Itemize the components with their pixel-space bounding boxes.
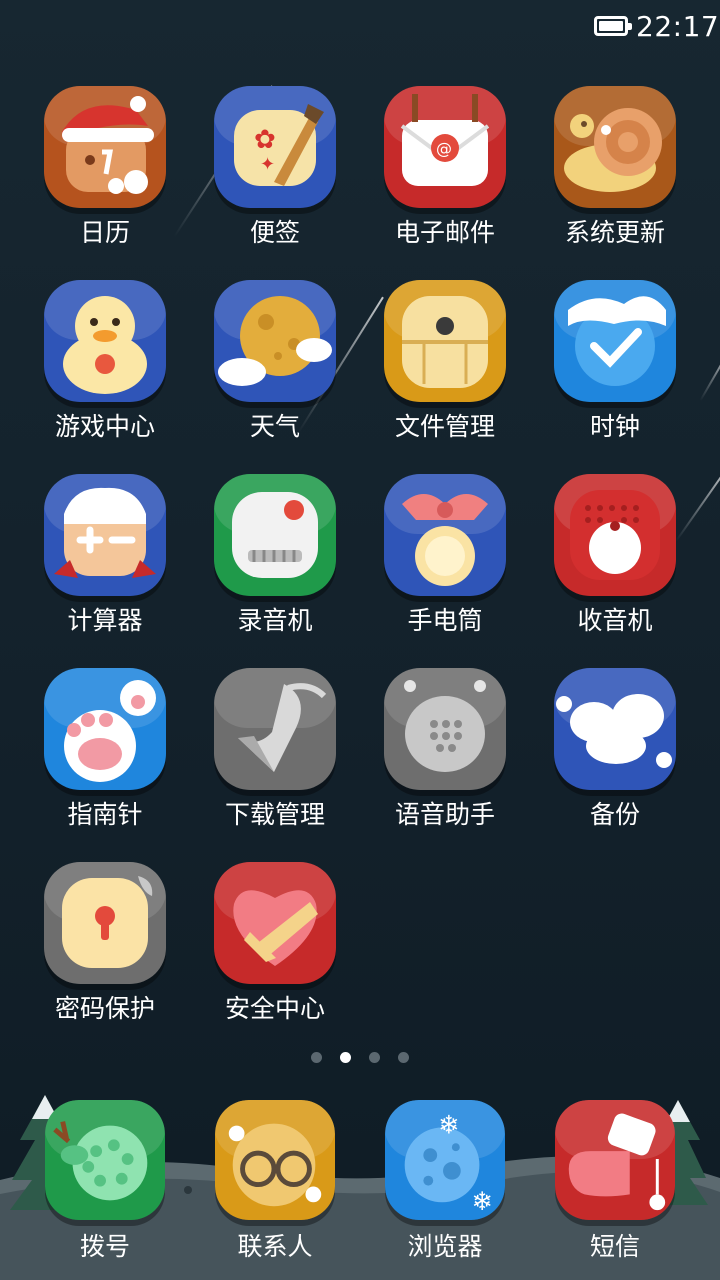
- svg-text:✦: ✦: [260, 154, 275, 175]
- compass-paw-icon[interactable]: [44, 668, 166, 790]
- system-update-snail-icon[interactable]: [554, 86, 676, 208]
- app-label: 时钟: [589, 412, 640, 441]
- email-envelope-icon[interactable]: @: [384, 86, 506, 208]
- app-label: 电子邮件: [394, 218, 495, 247]
- app-label: 备份: [589, 800, 640, 829]
- voice-assistant-icon[interactable]: [384, 668, 506, 790]
- dock-label: 短信: [589, 1232, 640, 1261]
- app-compass-paw[interactable]: 指南针: [20, 668, 190, 848]
- page-dot[interactable]: [398, 1052, 409, 1063]
- status-time: 22:17: [636, 10, 720, 43]
- app-label: 日历: [79, 218, 130, 247]
- app-system-update-snail[interactable]: 系统更新: [530, 86, 700, 266]
- app-label: 游戏中心: [54, 412, 155, 441]
- app-label: 语音助手: [394, 800, 495, 829]
- battery-full-icon: [594, 16, 632, 36]
- app-label: 录音机: [237, 606, 313, 635]
- app-security-heart[interactable]: 安全中心: [190, 862, 360, 1042]
- dock-label: 联系人: [237, 1232, 313, 1261]
- app-download-manager[interactable]: 下载管理: [190, 668, 360, 848]
- app-label: 密码保护: [54, 994, 155, 1023]
- calculator-icon[interactable]: [44, 474, 166, 596]
- app-voice-assistant[interactable]: 语音助手: [360, 668, 530, 848]
- page-dot[interactable]: [340, 1052, 351, 1063]
- app-file-manager-drawer[interactable]: 文件管理: [360, 280, 530, 460]
- app-email-envelope[interactable]: @ 电子邮件: [360, 86, 530, 266]
- dock-label: 浏览器: [407, 1232, 483, 1261]
- app-recorder[interactable]: 录音机: [190, 474, 360, 654]
- weather-moon-cloud-icon[interactable]: [214, 280, 336, 402]
- dock-label: 拨号: [79, 1232, 130, 1261]
- app-weather-moon-cloud[interactable]: 天气: [190, 280, 360, 460]
- browser-globe-icon[interactable]: ❄ ❄: [385, 1100, 505, 1220]
- contacts-bear-icon[interactable]: [215, 1100, 335, 1220]
- app-game-center-duck[interactable]: 游戏中心: [20, 280, 190, 460]
- notes-paper-brush-icon[interactable]: ✿ ✦: [214, 86, 336, 208]
- game-center-duck-icon[interactable]: [44, 280, 166, 402]
- app-calendar-gingerbread[interactable]: 日历: [20, 86, 190, 266]
- app-label: 下载管理: [224, 800, 325, 829]
- app-password-lock[interactable]: 密码保护: [20, 862, 190, 1042]
- backup-cloud-icon[interactable]: [554, 668, 676, 790]
- app-label: 系统更新: [564, 218, 665, 247]
- app-label: 天气: [249, 412, 300, 441]
- svg-text:@: @: [436, 139, 452, 158]
- calendar-gingerbread-icon[interactable]: [44, 86, 166, 208]
- app-calculator[interactable]: 计算器: [20, 474, 190, 654]
- app-label: 安全中心: [224, 994, 325, 1023]
- security-heart-icon[interactable]: [214, 862, 336, 984]
- app-clock-snow[interactable]: 时钟: [530, 280, 700, 460]
- svg-text:❄: ❄: [472, 1187, 493, 1217]
- page-dot[interactable]: [369, 1052, 380, 1063]
- status-bar: 22:17: [0, 0, 720, 56]
- app-label: 计算器: [67, 606, 143, 635]
- file-manager-drawer-icon[interactable]: [384, 280, 506, 402]
- password-lock-icon[interactable]: [44, 862, 166, 984]
- page-indicator: [0, 1048, 720, 1063]
- svg-text:✿: ✿: [254, 125, 276, 155]
- svg-text:❄: ❄: [438, 1110, 459, 1140]
- app-notes-paper-brush[interactable]: ✿ ✦ 便签: [190, 86, 360, 266]
- app-label: 文件管理: [394, 412, 495, 441]
- flashlight-bell-icon[interactable]: [384, 474, 506, 596]
- app-label: 指南针: [67, 800, 143, 829]
- download-manager-icon[interactable]: [214, 668, 336, 790]
- app-radio[interactable]: 收音机: [530, 474, 700, 654]
- app-label: 手电筒: [407, 606, 483, 635]
- clock-snow-icon[interactable]: [554, 280, 676, 402]
- app-flashlight-bell[interactable]: 手电筒: [360, 474, 530, 654]
- app-label: 收音机: [577, 606, 653, 635]
- app-label: 便签: [249, 218, 300, 247]
- page-dot[interactable]: [311, 1052, 322, 1063]
- recorder-icon[interactable]: [214, 474, 336, 596]
- app-backup-cloud[interactable]: 备份: [530, 668, 700, 848]
- dialer-reindeer-icon[interactable]: [45, 1100, 165, 1220]
- messages-stocking-icon[interactable]: [555, 1100, 675, 1220]
- radio-icon[interactable]: [554, 474, 676, 596]
